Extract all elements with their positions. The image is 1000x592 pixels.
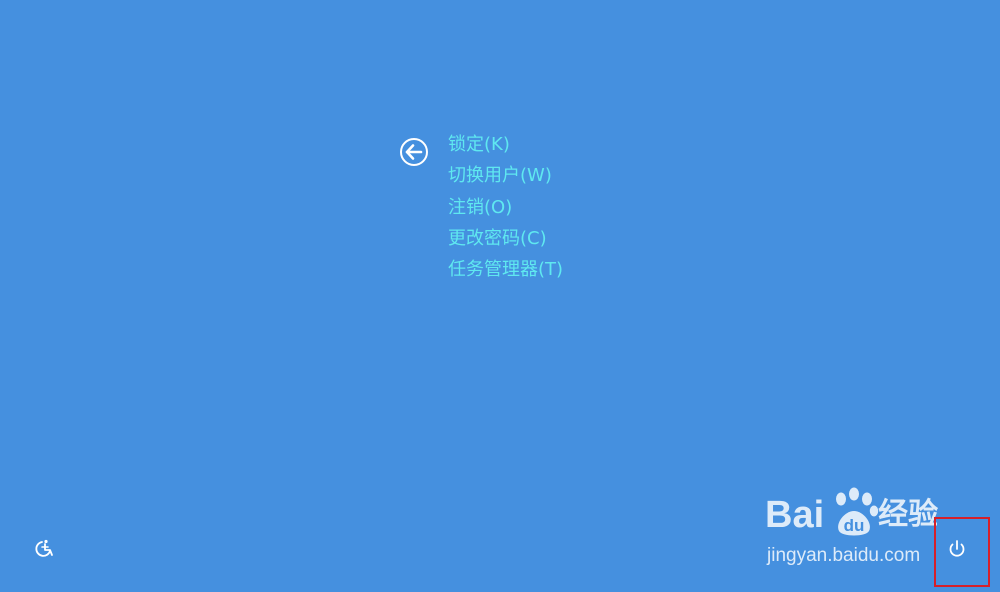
menu-item-change-password[interactable]: 更改密码(C) <box>448 223 563 254</box>
power-button[interactable] <box>946 538 968 560</box>
watermark-logo-left: Bai <box>765 494 825 536</box>
watermark-logo-suffix: 经验 <box>878 497 939 532</box>
menu-item-lock[interactable]: 锁定(K) <box>448 129 563 160</box>
menu-item-sign-out[interactable]: 注销(O) <box>448 192 563 223</box>
baidu-jingyan-watermark: du Bai 经验 jingyan.baidu.com <box>765 485 940 575</box>
watermark-logo: Bai 经验 <box>765 493 938 537</box>
secure-attention-screen: 锁定(K) 切换用户(W) 注销(O) 更改密码(C) 任务管理器(T) du … <box>0 0 1000 592</box>
menu-item-task-manager[interactable]: 任务管理器(T) <box>448 254 563 285</box>
security-options-menu: 锁定(K) 切换用户(W) 注销(O) 更改密码(C) 任务管理器(T) <box>448 129 563 285</box>
menu-item-switch-user[interactable]: 切换用户(W) <box>448 160 563 191</box>
back-button[interactable] <box>399 137 429 167</box>
back-arrow-icon <box>400 138 428 166</box>
watermark-url: jingyan.baidu.com <box>767 545 921 566</box>
ease-of-access-button[interactable] <box>33 538 55 560</box>
ease-of-access-icon <box>35 539 53 557</box>
power-icon <box>949 540 965 557</box>
